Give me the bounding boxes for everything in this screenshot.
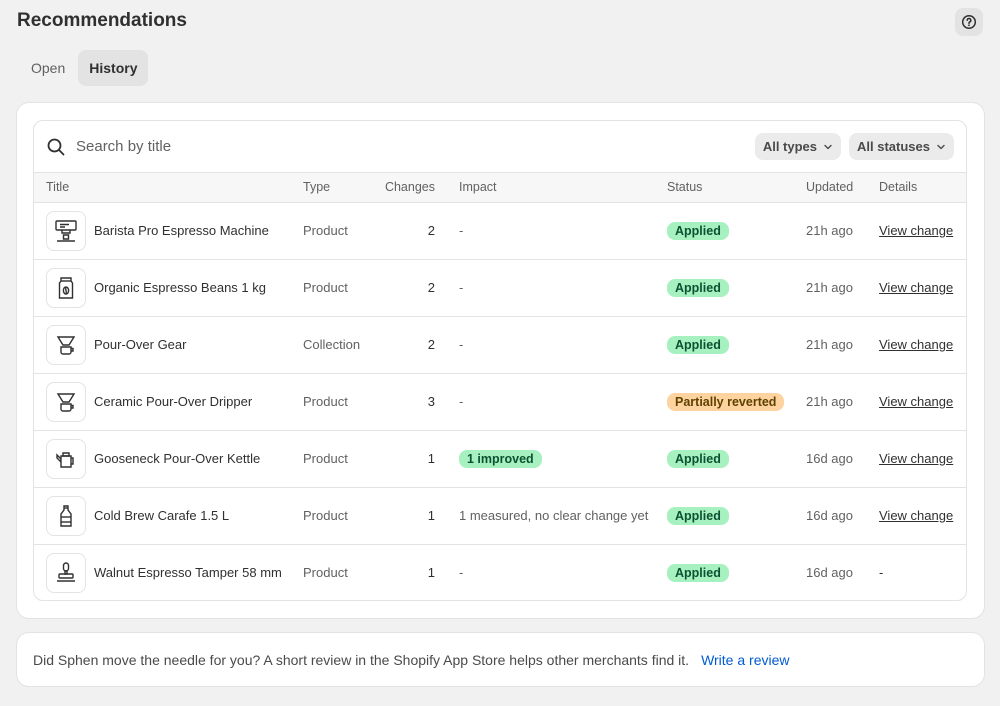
row-title: Organic Espresso Beans 1 kg (94, 280, 266, 295)
column-header-changes[interactable]: Changes (365, 173, 447, 203)
impact-text: - (459, 394, 464, 409)
column-header-title[interactable]: Title (34, 173, 291, 203)
tabs: Open History (20, 50, 149, 86)
kettle-icon (46, 438, 86, 479)
review-banner: Did Sphen move the needle for you? A sho… (17, 633, 984, 686)
row-changes: 2 (427, 223, 435, 238)
espresso-machine-icon (46, 210, 86, 251)
type-filter-label: All types (762, 139, 818, 154)
impact-text: - (459, 565, 464, 580)
table-row[interactable]: Cold Brew Carafe 1.5 L Product 1 1 measu… (34, 487, 966, 544)
help-icon (961, 14, 977, 30)
row-title: Gooseneck Pour-Over Kettle (94, 451, 261, 466)
pour-over-icon (46, 381, 86, 422)
row-changes: 2 (427, 337, 435, 352)
status-badge: Applied (667, 221, 729, 240)
pour-over-icon (46, 324, 86, 365)
chevron-down-icon (824, 144, 832, 149)
row-updated: 21h ago (806, 280, 853, 295)
details-empty: - (879, 565, 884, 580)
impact-text: 1 measured, no clear change yet (459, 508, 649, 523)
row-title: Ceramic Pour-Over Dripper (94, 394, 253, 409)
history-card: All types All statuses Title Type Change… (17, 103, 984, 618)
row-type: Product (303, 451, 348, 466)
bottle-icon (46, 495, 86, 536)
status-badge: Applied (667, 563, 729, 582)
row-updated: 16d ago (806, 565, 853, 580)
table-header-row: Title Type Changes Impact Status Updated… (34, 173, 966, 203)
status-filter-button[interactable]: All statuses (849, 133, 954, 160)
row-type: Collection (303, 337, 361, 352)
help-button[interactable] (955, 8, 983, 36)
chevron-down-icon (937, 144, 945, 149)
view-change-link[interactable]: View change (879, 223, 953, 238)
view-change-link[interactable]: View change (879, 337, 953, 352)
search-icon (46, 137, 66, 157)
row-type: Product (303, 223, 348, 238)
row-updated: 21h ago (806, 394, 853, 409)
status-badge: Applied (667, 278, 729, 297)
row-title: Cold Brew Carafe 1.5 L (94, 508, 230, 523)
view-change-link[interactable]: View change (879, 508, 953, 523)
table-row[interactable]: Ceramic Pour-Over Dripper Product 3 - Pa… (34, 373, 966, 430)
row-changes: 2 (427, 280, 435, 295)
table-row[interactable]: Barista Pro Espresso Machine Product 2 -… (34, 202, 966, 259)
review-prompt-text: Did Sphen move the needle for you? A sho… (33, 651, 690, 668)
coffee-bag-icon (46, 267, 86, 308)
tab-open[interactable]: Open (20, 50, 76, 86)
view-change-link[interactable]: View change (879, 394, 953, 409)
status-badge: Applied (667, 506, 729, 525)
column-header-impact[interactable]: Impact (447, 173, 655, 203)
type-filter-button[interactable]: All types (754, 133, 842, 160)
row-updated: 21h ago (806, 223, 853, 238)
row-changes: 1 (427, 508, 435, 523)
impact-text: - (459, 280, 464, 295)
impact-text: - (459, 337, 464, 352)
filter-bar: All types All statuses (34, 121, 966, 173)
recommendations-table: All types All statuses Title Type Change… (33, 120, 967, 601)
row-type: Product (303, 508, 348, 523)
view-change-link[interactable]: View change (879, 451, 953, 466)
table-row[interactable]: Gooseneck Pour-Over Kettle Product 1 1 i… (34, 430, 966, 487)
row-updated: 16d ago (806, 451, 853, 466)
column-header-type[interactable]: Type (291, 173, 365, 203)
search-input[interactable] (76, 138, 476, 155)
row-changes: 3 (427, 394, 435, 409)
row-updated: 16d ago (806, 508, 853, 523)
status-filter-label: All statuses (857, 139, 930, 154)
page-title: Recommendations (17, 10, 187, 31)
table-row[interactable]: Pour-Over Gear Collection 2 - Applied 21… (34, 316, 966, 373)
impact-badge: 1 improved (459, 449, 542, 468)
row-type: Product (303, 394, 348, 409)
column-header-details: Details (867, 173, 966, 203)
tamper-icon (46, 552, 86, 593)
tab-history[interactable]: History (78, 50, 149, 86)
row-title: Pour-Over Gear (94, 337, 187, 352)
impact-text: - (459, 223, 464, 238)
row-changes: 1 (427, 565, 435, 580)
status-badge: Applied (667, 335, 729, 354)
column-header-status[interactable]: Status (655, 173, 794, 203)
table-row[interactable]: Walnut Espresso Tamper 58 mm Product 1 -… (34, 544, 966, 600)
row-title: Walnut Espresso Tamper 58 mm (94, 565, 282, 580)
row-type: Product (303, 280, 348, 295)
write-review-link[interactable]: Write a review (701, 652, 789, 668)
status-badge: Applied (667, 449, 729, 468)
view-change-link[interactable]: View change (879, 280, 953, 295)
table-row[interactable]: Organic Espresso Beans 1 kg Product 2 - … (34, 259, 966, 316)
row-updated: 21h ago (806, 337, 853, 352)
status-badge: Partially reverted (667, 392, 785, 411)
row-changes: 1 (427, 451, 435, 466)
results-table: Title Type Changes Impact Status Updated… (34, 173, 966, 600)
row-title: Barista Pro Espresso Machine (94, 223, 269, 238)
row-type: Product (303, 565, 348, 580)
column-header-updated[interactable]: Updated (794, 173, 867, 203)
